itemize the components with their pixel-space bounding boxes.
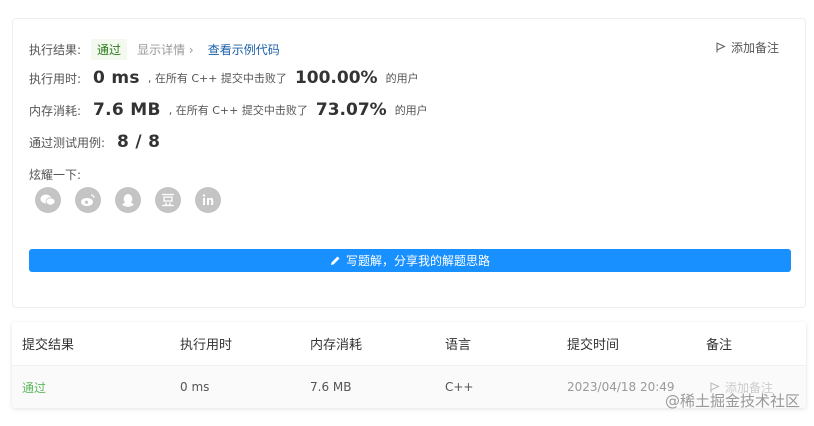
pencil-icon bbox=[330, 256, 340, 265]
memory-suffix: 的用户 bbox=[394, 104, 428, 117]
memory-percent: 73.07% bbox=[315, 100, 387, 120]
tests-value: 8 / 8 bbox=[117, 132, 161, 152]
qq-icon[interactable] bbox=[115, 187, 141, 213]
write-solution-button[interactable]: 写题解，分享我的解题思路 bbox=[29, 249, 791, 272]
header-result: 提交结果 bbox=[22, 338, 75, 353]
tests-label: 通过测试用例: bbox=[29, 135, 106, 150]
share-buttons bbox=[35, 187, 235, 213]
status-badge: 通过 bbox=[91, 39, 128, 60]
row-language: C++ bbox=[445, 380, 474, 394]
weibo-icon[interactable] bbox=[75, 187, 101, 213]
memory-value: 7.6 MB bbox=[93, 100, 161, 120]
watermark: @稀土掘金技术社区 bbox=[664, 392, 800, 410]
add-note-button[interactable]: 添加备注 bbox=[716, 39, 779, 56]
runtime-percent: 100.00% bbox=[294, 68, 378, 88]
write-solution-label: 写题解，分享我的解题思路 bbox=[345, 254, 490, 268]
row-result[interactable]: 通过 bbox=[22, 366, 46, 408]
memory-beat-text: , 在所有 C++ 提交中击败了 bbox=[168, 104, 308, 117]
memory-row: 内存消耗: 7.6 MB , 在所有 C++ 提交中击败了 73.07% 的用户 bbox=[29, 100, 428, 120]
runtime-suffix: 的用户 bbox=[385, 72, 419, 85]
memory-label: 内存消耗: bbox=[29, 103, 82, 118]
header-language: 语言 bbox=[445, 338, 472, 353]
runtime-value: 0 ms bbox=[93, 68, 140, 88]
runtime-label: 执行用时: bbox=[29, 71, 82, 86]
linkedin-icon[interactable] bbox=[195, 187, 221, 213]
result-row: 执行结果: 通过 显示详情 › 查看示例代码 bbox=[29, 39, 280, 60]
row-submit-time: 2023/04/18 20:49 bbox=[567, 380, 675, 394]
header-runtime: 执行用时 bbox=[180, 338, 233, 353]
result-label: 执行结果: bbox=[29, 43, 82, 57]
tests-row: 通过测试用例: 8 / 8 bbox=[29, 132, 160, 152]
show-details-link[interactable]: 显示详情 › bbox=[137, 41, 194, 58]
view-example-code-link[interactable]: 查看示例代码 bbox=[208, 41, 280, 58]
add-note-label: 添加备注 bbox=[730, 41, 779, 55]
row-memory: 7.6 MB bbox=[310, 380, 352, 394]
header-submit-time: 提交时间 bbox=[567, 338, 620, 353]
runtime-beat-text: , 在所有 C++ 提交中击败了 bbox=[147, 72, 287, 85]
submission-result-card: 执行结果: 通过 显示详情 › 查看示例代码 添加备注 执行用时: 0 ms ,… bbox=[12, 18, 806, 308]
share-label: 炫耀一下: bbox=[29, 168, 82, 182]
flag-icon bbox=[716, 42, 726, 53]
douban-icon[interactable] bbox=[155, 187, 181, 213]
row-runtime: 0 ms bbox=[180, 380, 210, 394]
wechat-icon[interactable] bbox=[35, 187, 61, 213]
share-row-label: 炫耀一下: bbox=[29, 166, 81, 183]
header-memory: 内存消耗 bbox=[310, 338, 363, 353]
runtime-row: 执行用时: 0 ms , 在所有 C++ 提交中击败了 100.00% 的用户 bbox=[29, 68, 419, 88]
header-note: 备注 bbox=[706, 338, 733, 353]
table-header: 提交结果 执行用时 内存消耗 语言 提交时间 备注 bbox=[12, 322, 806, 366]
